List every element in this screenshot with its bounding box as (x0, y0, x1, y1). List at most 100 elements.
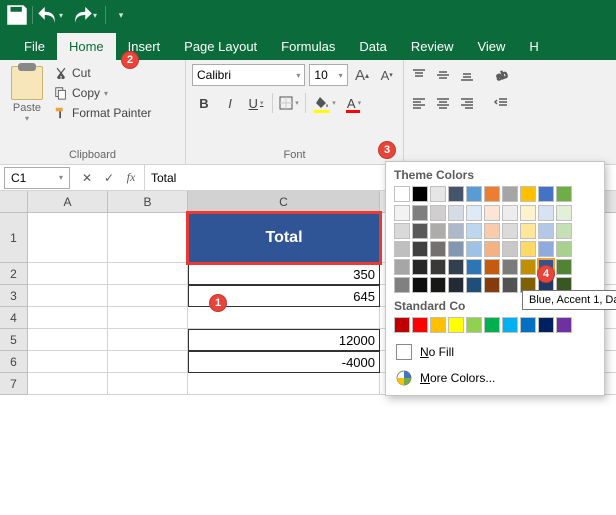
col-header-a[interactable]: A (28, 191, 108, 213)
color-swatch[interactable] (502, 186, 518, 202)
color-swatch[interactable] (430, 259, 446, 275)
redo-dropdown-icon[interactable]: ▾ (93, 11, 103, 20)
enter-formula-icon[interactable]: ✓ (100, 169, 118, 187)
font-name-select[interactable]: Calibri▾ (192, 64, 305, 86)
color-swatch[interactable] (466, 259, 482, 275)
align-left-icon[interactable] (408, 92, 430, 114)
color-swatch[interactable] (466, 241, 482, 257)
orientation-icon[interactable]: ab (490, 64, 512, 86)
color-swatch[interactable] (520, 241, 536, 257)
row-header-6[interactable]: 6 (0, 351, 28, 373)
bold-button[interactable]: B (192, 92, 216, 114)
cell-b3[interactable] (108, 285, 188, 307)
save-icon[interactable] (4, 2, 30, 28)
paste-icon[interactable] (11, 66, 43, 100)
color-swatch[interactable] (502, 223, 518, 239)
color-swatch[interactable] (556, 241, 572, 257)
copy-button[interactable]: Copy ▾ (52, 84, 153, 102)
color-swatch[interactable] (448, 317, 464, 333)
color-swatch[interactable] (556, 259, 572, 275)
color-swatch[interactable] (394, 186, 410, 202)
font-size-select[interactable]: 10▾ (309, 64, 347, 86)
color-swatch[interactable] (502, 241, 518, 257)
row-header-1[interactable]: 1 (0, 213, 28, 263)
tab-review[interactable]: Review (399, 33, 466, 60)
row-header-2[interactable]: 2 (0, 263, 28, 285)
color-swatch[interactable] (430, 186, 446, 202)
color-swatch[interactable] (484, 186, 500, 202)
cell-b5[interactable] (108, 329, 188, 351)
row-header-5[interactable]: 5 (0, 329, 28, 351)
cell-a4[interactable] (28, 307, 108, 329)
color-swatch[interactable] (394, 317, 410, 333)
cell-a5[interactable] (28, 329, 108, 351)
color-swatch[interactable] (430, 317, 446, 333)
color-swatch[interactable] (466, 223, 482, 239)
align-center-icon[interactable] (432, 92, 454, 114)
color-swatch[interactable] (502, 277, 518, 293)
format-painter-button[interactable]: Format Painter (52, 104, 153, 122)
fill-color-button[interactable]: ▾ (310, 92, 340, 114)
cell-b7[interactable] (108, 373, 188, 395)
color-swatch[interactable] (412, 277, 428, 293)
tab-formulas[interactable]: Formulas (269, 33, 347, 60)
fx-icon[interactable]: fx (122, 169, 140, 187)
align-middle-icon[interactable] (432, 64, 454, 86)
color-swatch[interactable] (430, 223, 446, 239)
color-swatch[interactable] (538, 205, 554, 221)
color-swatch[interactable] (466, 186, 482, 202)
name-box[interactable]: C1▾ (4, 167, 70, 189)
color-swatch[interactable] (556, 186, 572, 202)
color-swatch[interactable] (466, 205, 482, 221)
no-fill-item[interactable]: No Fill (394, 339, 596, 365)
color-swatch[interactable] (394, 205, 410, 221)
decrease-font-icon[interactable]: A▾ (376, 64, 397, 86)
color-swatch[interactable] (466, 317, 482, 333)
cell-a3[interactable] (28, 285, 108, 307)
color-swatch[interactable] (448, 277, 464, 293)
color-swatch[interactable] (484, 277, 500, 293)
color-swatch[interactable] (412, 205, 428, 221)
row-header-3[interactable]: 3 (0, 285, 28, 307)
color-swatch[interactable] (520, 223, 536, 239)
color-swatch[interactable] (538, 223, 554, 239)
more-colors-item[interactable]: More Colors... (394, 365, 596, 391)
color-swatch[interactable] (538, 317, 554, 333)
cell-c2[interactable]: 350 (188, 263, 380, 285)
undo-icon[interactable] (35, 2, 61, 28)
cell-b2[interactable] (108, 263, 188, 285)
cancel-formula-icon[interactable]: ✕ (78, 169, 96, 187)
color-swatch[interactable] (394, 259, 410, 275)
color-swatch[interactable] (520, 259, 536, 275)
color-swatch[interactable] (430, 241, 446, 257)
font-color-button[interactable]: A▾ (342, 92, 366, 114)
cell-b4[interactable] (108, 307, 188, 329)
undo-dropdown-icon[interactable]: ▾ (59, 11, 69, 20)
align-bottom-icon[interactable] (456, 64, 478, 86)
cell-c7[interactable] (188, 373, 380, 395)
cell-b1[interactable] (108, 213, 188, 263)
cut-button[interactable]: Cut (52, 64, 153, 82)
color-swatch[interactable] (448, 259, 464, 275)
cell-b6[interactable] (108, 351, 188, 373)
color-swatch[interactable] (430, 205, 446, 221)
color-swatch[interactable] (484, 223, 500, 239)
color-swatch[interactable] (502, 259, 518, 275)
color-swatch[interactable] (466, 277, 482, 293)
color-swatch[interactable] (502, 317, 518, 333)
color-swatch[interactable] (556, 205, 572, 221)
tab-page-layout[interactable]: Page Layout (172, 33, 269, 60)
tab-more[interactable]: H (517, 33, 550, 60)
cell-c5[interactable]: 12000 (188, 329, 380, 351)
color-swatch[interactable] (412, 186, 428, 202)
cell-c6[interactable]: -4000 (188, 351, 380, 373)
color-swatch[interactable] (394, 277, 410, 293)
cell-c1[interactable]: Total (188, 213, 380, 263)
color-swatch[interactable] (430, 277, 446, 293)
color-swatch[interactable] (448, 205, 464, 221)
align-top-icon[interactable] (408, 64, 430, 86)
paste-dropdown-icon[interactable]: ▾ (25, 114, 29, 123)
color-swatch[interactable] (538, 186, 554, 202)
color-swatch[interactable] (484, 241, 500, 257)
color-swatch[interactable] (502, 205, 518, 221)
